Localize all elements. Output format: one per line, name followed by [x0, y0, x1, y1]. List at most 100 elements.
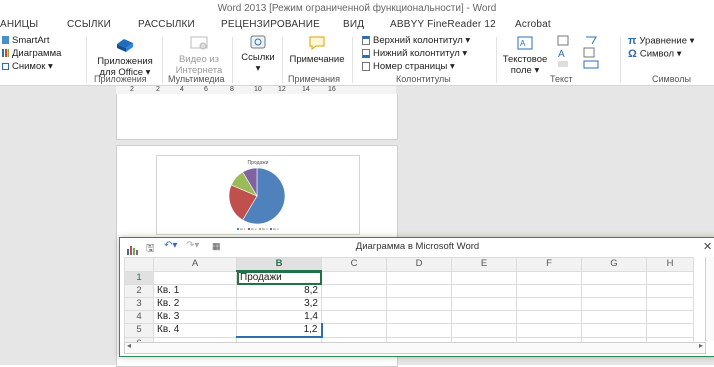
legend-swatch — [237, 228, 239, 230]
cell[interactable] — [386, 297, 452, 311]
page-number-button[interactable]: Номер страницы ▾ — [362, 61, 455, 72]
close-button[interactable]: ✕ — [703, 240, 712, 253]
chart-icon — [2, 49, 9, 58]
cell[interactable] — [321, 284, 387, 298]
cell[interactable] — [451, 323, 517, 338]
cell[interactable] — [386, 310, 452, 324]
tab-review[interactable]: РЕЦЕНЗИРОВАНИЕ — [221, 17, 320, 33]
cell[interactable]: 3,2 — [236, 297, 322, 311]
cell[interactable] — [451, 270, 517, 285]
header-button[interactable]: Верхний колонтитул ▾ — [362, 35, 470, 46]
separator — [282, 37, 283, 83]
chart-button[interactable]: Диаграмма — [2, 48, 61, 59]
textbox-button[interactable]: A Текстовое поле ▾ — [500, 35, 550, 76]
cell[interactable] — [516, 270, 582, 285]
column-header[interactable]: C — [321, 257, 387, 272]
row-header[interactable]: 4 — [124, 310, 154, 324]
scroll-right-icon[interactable]: ▸ — [699, 341, 703, 350]
smartart-button[interactable]: SmartArt — [2, 35, 49, 46]
cell[interactable] — [646, 323, 694, 338]
cell[interactable] — [516, 297, 582, 311]
cell-active[interactable]: Продажи — [236, 270, 322, 285]
undo-icon[interactable]: ↶▾ — [164, 240, 177, 251]
cell[interactable] — [321, 323, 387, 338]
equation-button[interactable]: π Уравнение ▾ — [628, 35, 694, 47]
cell[interactable]: Кв. 2 — [153, 297, 237, 311]
cell[interactable]: 1,4 — [236, 310, 322, 324]
row-header[interactable]: 1 — [124, 270, 154, 285]
tab-mailings[interactable]: РАССЫЛКИ — [138, 17, 195, 33]
cell[interactable] — [581, 323, 647, 338]
cell[interactable] — [646, 310, 694, 324]
document-page[interactable] — [116, 94, 398, 140]
text-tools: A — [556, 35, 612, 74]
cell[interactable] — [581, 297, 647, 311]
cell[interactable] — [581, 310, 647, 324]
column-header[interactable]: B — [236, 257, 322, 272]
online-video-button[interactable]: Видео из Интернета — [170, 35, 228, 76]
pie-chart: Продажи Кв. 1 Кв. 2 Кв. 3 Кв. 4 — [228, 160, 286, 231]
cell[interactable]: Кв. 3 — [153, 310, 237, 324]
column-header[interactable]: D — [386, 257, 452, 272]
cell[interactable] — [451, 284, 517, 298]
table-row: 3 Кв. 2 3,2 — [124, 297, 694, 311]
horizontal-scrollbar[interactable]: ◂ ▸ — [124, 341, 706, 354]
cell[interactable] — [581, 270, 647, 285]
embedded-chart[interactable]: Продажи Кв. 1 Кв. 2 Кв. 3 Кв. 4 — [156, 155, 360, 235]
cell[interactable] — [321, 270, 387, 285]
cell[interactable] — [321, 310, 387, 324]
footer-button[interactable]: Нижний колонтитул ▾ — [362, 48, 467, 59]
save-icon[interactable]: 🖫 — [146, 241, 155, 258]
edit-data-icon[interactable]: ▦ — [212, 241, 221, 252]
column-header[interactable]: F — [516, 257, 582, 272]
column-header[interactable]: H — [646, 257, 694, 272]
symbol-button[interactable]: Ω Символ ▾ — [628, 48, 682, 60]
cell[interactable] — [581, 284, 647, 298]
chart-title: Продажи — [248, 160, 269, 166]
cell[interactable] — [516, 284, 582, 298]
tab-abbyy[interactable]: ABBYY FineReader 12 — [390, 17, 496, 33]
row-header[interactable]: 3 — [124, 297, 154, 311]
cell[interactable]: 1,2 — [236, 323, 323, 338]
comment-button[interactable]: Примечание — [286, 35, 348, 65]
cell[interactable]: 8,2 — [236, 284, 322, 298]
cell[interactable] — [451, 310, 517, 324]
row-header[interactable]: 2 — [124, 284, 154, 298]
pi-icon: π — [628, 35, 637, 47]
tab-page-layout[interactable]: АНИЦЫ — [0, 17, 38, 33]
vertical-scrollbar[interactable] — [705, 257, 714, 341]
cell[interactable]: Кв. 4 — [153, 323, 237, 338]
redo-icon[interactable]: ↷▾ — [186, 240, 199, 251]
tab-references[interactable]: ССЫЛКИ — [67, 17, 111, 33]
cell[interactable] — [321, 297, 387, 311]
cell[interactable] — [646, 270, 694, 285]
cell[interactable] — [386, 270, 452, 285]
cell[interactable] — [646, 297, 694, 311]
column-header[interactable]: G — [581, 257, 647, 272]
select-all-corner[interactable] — [124, 257, 154, 272]
office-apps-button[interactable]: Приложения для Office ▾ — [92, 35, 158, 78]
tab-acrobat[interactable]: Acrobat — [515, 17, 551, 33]
cell[interactable]: Кв. 1 — [153, 284, 237, 298]
cell[interactable] — [153, 270, 237, 285]
ruler: 2 2 4 6 8 10 12 14 16 — [116, 86, 396, 94]
group-label-comments: Примечания — [288, 74, 340, 84]
cell[interactable] — [516, 323, 582, 338]
cell[interactable] — [646, 284, 694, 298]
separator — [496, 37, 497, 83]
column-header[interactable]: E — [451, 257, 517, 272]
svg-text:A: A — [520, 39, 526, 48]
row-header[interactable]: 5 — [124, 323, 154, 338]
legend-label: Кв. 3 — [262, 228, 268, 231]
cell[interactable] — [386, 323, 452, 338]
legend-swatch — [270, 228, 272, 230]
links-button[interactable]: Ссылки ▾ — [236, 35, 280, 74]
tab-view[interactable]: ВИД — [343, 17, 364, 33]
screenshot-button[interactable]: Снимок ▾ — [2, 61, 53, 72]
cell[interactable] — [451, 297, 517, 311]
column-header[interactable]: A — [153, 257, 237, 272]
window-title: Word 2013 [Режим ограниченной функционал… — [217, 3, 497, 14]
scroll-left-icon[interactable]: ◂ — [127, 341, 131, 350]
cell[interactable] — [386, 284, 452, 298]
cell[interactable] — [516, 310, 582, 324]
